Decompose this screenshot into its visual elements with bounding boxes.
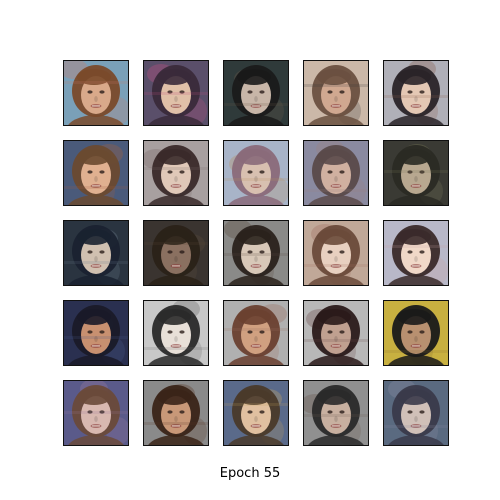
face-sample-20 [383,300,449,366]
face-sample-3 [223,60,289,126]
face-sample-9 [303,140,369,206]
face-sample-8 [223,140,289,206]
face-sample-grid [0,0,500,460]
face-sample-23 [223,380,289,446]
face-sample-14 [303,220,369,286]
face-sample-7 [143,140,209,206]
face-sample-19 [303,300,369,366]
face-sample-11 [63,220,129,286]
face-sample-25 [383,380,449,446]
face-sample-15 [383,220,449,286]
face-sample-18 [223,300,289,366]
face-sample-2 [143,60,209,126]
face-sample-22 [143,380,209,446]
face-sample-13 [223,220,289,286]
face-sample-12 [143,220,209,286]
face-sample-6 [63,140,129,206]
face-sample-1 [63,60,129,126]
face-sample-16 [63,300,129,366]
face-sample-5 [383,60,449,126]
face-sample-10 [383,140,449,206]
face-sample-17 [143,300,209,366]
face-sample-21 [63,380,129,446]
face-sample-24 [303,380,369,446]
face-sample-4 [303,60,369,126]
epoch-caption: Epoch 55 [219,466,281,481]
